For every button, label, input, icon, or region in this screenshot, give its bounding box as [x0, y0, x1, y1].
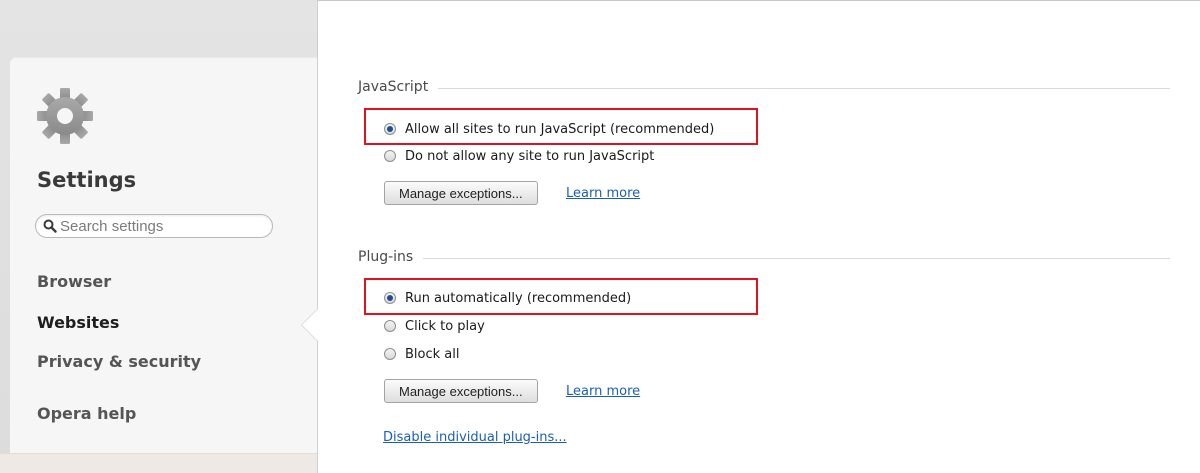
top-divider	[318, 0, 1200, 1]
radio-allow-javascript[interactable]: Allow all sites to run JavaScript (recom…	[384, 120, 714, 138]
plugins-section-rule	[358, 258, 1170, 259]
sidebar-footer	[0, 453, 317, 473]
javascript-section-title: JavaScript	[358, 79, 439, 95]
gear-icon	[37, 88, 93, 144]
radio-block-all[interactable]: Block all	[384, 345, 459, 363]
radio-click-to-play[interactable]: Click to play	[384, 317, 485, 335]
radio-disallow-javascript[interactable]: Do not allow any site to run JavaScript	[384, 147, 654, 165]
sidebar-item-privacy-security[interactable]: Privacy & security	[37, 352, 201, 371]
radio-button[interactable]	[384, 123, 396, 135]
settings-title: Settings	[37, 168, 137, 192]
sidebar: Settings Browser Websites Privacy & secu…	[0, 0, 318, 473]
sidebar-item-websites[interactable]: Websites	[37, 313, 119, 332]
sidebar-item-browser[interactable]: Browser	[37, 272, 111, 291]
radio-label: Click to play	[405, 318, 485, 334]
settings-window: Settings Browser Websites Privacy & secu…	[0, 0, 1200, 473]
search-input[interactable]	[60, 217, 265, 235]
radio-button[interactable]	[384, 292, 396, 304]
disable-individual-plugins-link[interactable]: Disable individual plug-ins...	[383, 430, 567, 445]
javascript-learn-more-link[interactable]: Learn more	[566, 186, 640, 201]
javascript-manage-exceptions-button[interactable]: Manage exceptions...	[384, 181, 538, 205]
javascript-section-rule	[358, 88, 1170, 89]
radio-run-automatically[interactable]: Run automatically (recommended)	[384, 289, 631, 307]
radio-button[interactable]	[384, 348, 396, 360]
radio-label: Allow all sites to run JavaScript (recom…	[405, 121, 715, 137]
radio-label: Run automatically (recommended)	[405, 290, 632, 306]
radio-label: Block all	[405, 346, 460, 362]
radio-label: Do not allow any site to run JavaScript	[405, 148, 655, 164]
plugins-section-title: Plug-ins	[358, 249, 424, 265]
radio-button[interactable]	[384, 320, 396, 332]
plugins-learn-more-link[interactable]: Learn more	[566, 384, 640, 399]
active-item-pointer	[302, 309, 318, 341]
sidebar-item-opera-help[interactable]: Opera help	[37, 404, 136, 423]
search-box[interactable]	[35, 214, 273, 238]
search-icon	[43, 219, 57, 233]
plugins-manage-exceptions-button[interactable]: Manage exceptions...	[384, 379, 538, 403]
radio-button[interactable]	[384, 150, 396, 162]
